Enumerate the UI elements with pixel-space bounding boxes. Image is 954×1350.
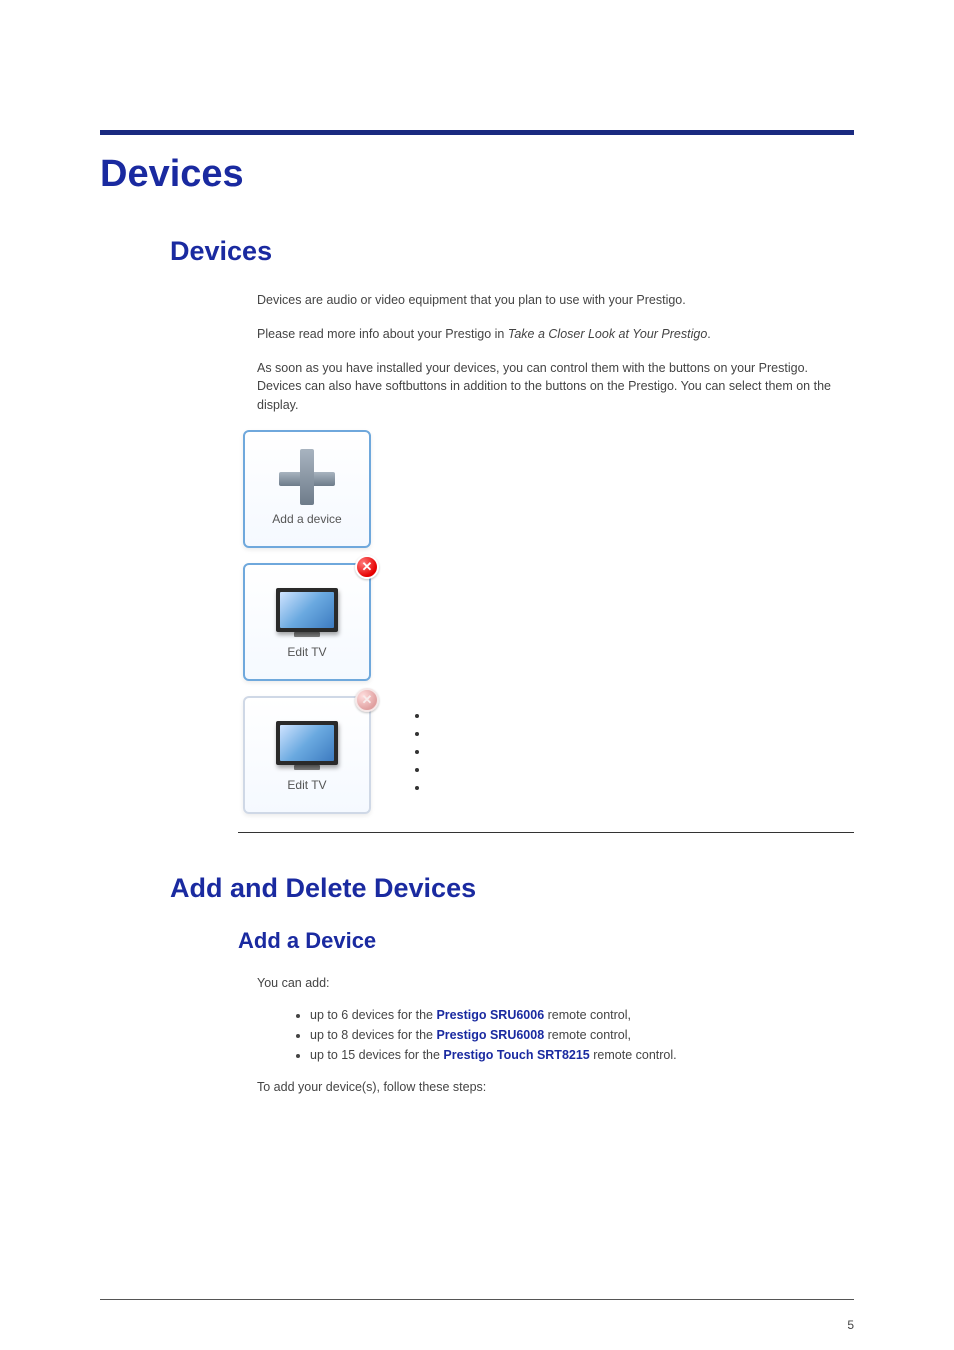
text: up to 6 devices for the [310,1008,436,1022]
tile-edit-device-disabled-example: ✕ Edit TV [243,696,854,814]
product-link[interactable]: Prestigo SRU6006 [436,1008,544,1022]
tile-label: Add a device [272,512,341,536]
list-item: up to 15 devices for the Prestigo Touch … [310,1048,854,1062]
paragraph: To add your device(s), follow these step… [257,1078,854,1096]
device-limit-list: up to 6 devices for the Prestigo SRU6006… [290,1008,854,1062]
cross-reference-link[interactable]: Take a Closer Look at Your Prestigo [508,327,707,341]
text: remote control, [544,1008,631,1022]
edit-device-tile-disabled: ✕ Edit TV [243,696,371,814]
text: up to 8 devices for the [310,1028,436,1042]
tile-add-device-example: Add a device [243,430,854,548]
paragraph: Devices are audio or video equipment tha… [257,291,854,309]
list-item: up to 8 devices for the Prestigo SRU6008… [310,1028,854,1042]
text: up to 15 devices for the [310,1048,443,1062]
tv-icon [276,575,338,645]
list-item: up to 6 devices for the Prestigo SRU6006… [310,1008,854,1022]
tile-label: Edit TV [287,778,326,802]
text: Please read more info about your Prestig… [257,327,508,341]
paragraph: As soon as you have installed your devic… [257,359,854,413]
context-menu-placeholder [411,708,429,798]
text: . [707,327,710,341]
section-title-devices: Devices [170,236,854,267]
plus-icon [277,442,337,512]
paragraph: You can add: [257,974,854,992]
tv-icon [276,708,338,778]
page-number: 5 [847,1318,854,1332]
top-divider [100,130,854,135]
tile-label: Edit TV [287,645,326,669]
edit-device-tile[interactable]: ✕ Edit TV [243,563,371,681]
delete-device-icon[interactable]: ✕ [355,555,379,579]
paragraph: Please read more info about your Prestig… [257,325,854,343]
section-divider [238,832,854,833]
subsection-title-add-device: Add a Device [238,928,854,954]
tile-edit-device-example: ✕ Edit TV [243,563,854,681]
text: remote control, [544,1028,631,1042]
product-link[interactable]: Prestigo SRU6008 [436,1028,544,1042]
footer-divider [100,1299,854,1300]
page-title: Devices [100,153,854,196]
delete-device-icon-disabled: ✕ [355,688,379,712]
section-title-add-delete: Add and Delete Devices [170,873,854,904]
document-page: Devices Devices Devices are audio or vid… [0,0,954,1350]
add-device-tile[interactable]: Add a device [243,430,371,548]
text: remote control. [590,1048,677,1062]
product-link[interactable]: Prestigo Touch SRT8215 [443,1048,589,1062]
